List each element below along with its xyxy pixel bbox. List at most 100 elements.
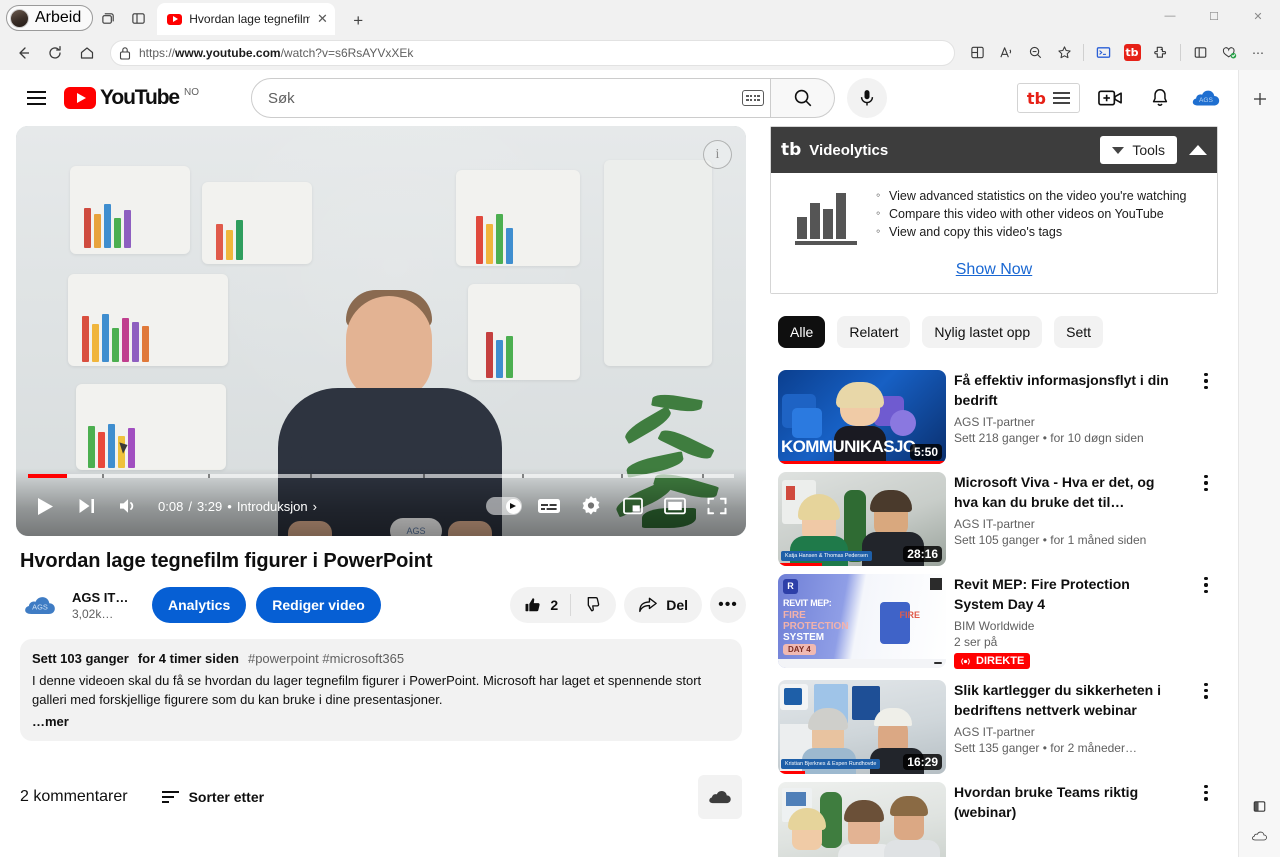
time-slash: / (188, 498, 192, 514)
video-info-icon[interactable]: i (703, 140, 732, 169)
more-actions-button[interactable]: ••• (710, 587, 746, 623)
extensions-icon[interactable] (1147, 39, 1175, 67)
video-thumbnail[interactable]: KOMMUNIKASJO 5:50 (778, 370, 946, 464)
close-icon[interactable]: ✕ (317, 11, 329, 27)
tubebuddy-extension-icon[interactable]: tb (1118, 39, 1146, 67)
list-item[interactable]: Katja Hansen & Thomas Pedersen 28:16 Mic… (778, 472, 1218, 566)
description-hashtags[interactable]: #powerpoint #microsoft365 (248, 651, 404, 666)
video-title: Revit MEP: Fire Protection System Day 4 (954, 576, 1130, 612)
list-item[interactable]: R REVIT MEP: FIRE PROTECTION SYSTEM DAY … (778, 574, 1218, 672)
settings-gear-button[interactable] (570, 485, 612, 527)
video-thumbnail[interactable]: Katja Hansen & Thomas Pedersen 28:16 (778, 472, 946, 566)
address-bar[interactable]: https://www.youtube.com/watch?v=s6RsAYVx… (110, 39, 955, 66)
video-thumbnail[interactable] (778, 781, 946, 857)
back-icon[interactable] (8, 39, 38, 67)
split-screen-icon[interactable] (963, 39, 991, 67)
list-item[interactable]: Kristian Bjerknes & Espen Rundhovde 16:2… (778, 679, 1218, 774)
comments-count: 2 kommentarer (20, 788, 128, 805)
voice-search-button[interactable] (847, 78, 888, 118)
video-player[interactable]: AGS i (16, 126, 746, 536)
minimize-button[interactable]: — (1148, 0, 1192, 32)
video-thumbnail[interactable]: R REVIT MEP: FIRE PROTECTION SYSTEM DAY … (778, 574, 946, 668)
new-tab-button[interactable]: + (345, 11, 371, 31)
channel-avatar[interactable]: AGS (20, 585, 60, 625)
masthead-actions: tb AGS (1016, 78, 1222, 118)
more-options-icon[interactable] (1194, 680, 1218, 774)
theater-mode-button[interactable] (654, 485, 696, 527)
list-item: View advanced statistics on the video yo… (875, 186, 1186, 205)
reload-icon[interactable] (40, 39, 70, 67)
filter-chip-alle[interactable]: Alle (778, 316, 826, 348)
add-sidebar-app-icon[interactable] (1245, 84, 1275, 114)
favorite-star-icon[interactable] (1050, 39, 1078, 67)
video-description[interactable]: Sett 103 ganger for 4 timer siden #power… (20, 639, 742, 741)
volume-button[interactable] (108, 485, 150, 527)
more-options-icon[interactable] (1194, 574, 1218, 672)
split-pane-icon[interactable] (1245, 791, 1275, 821)
show-now-link[interactable]: Show Now (956, 261, 1032, 278)
more-options-icon[interactable] (1194, 370, 1218, 464)
read-aloud-icon[interactable] (992, 39, 1020, 67)
youtube-logo[interactable]: YouTube NO (64, 87, 199, 109)
filter-chip-relatert[interactable]: Relatert (837, 316, 911, 348)
account-avatar[interactable]: AGS (1190, 82, 1222, 114)
channel-name: BIM Worldwide (954, 619, 1035, 633)
search-button[interactable] (771, 78, 836, 118)
create-video-button[interactable] (1090, 78, 1130, 118)
video-thumbnail[interactable]: Kristian Bjerknes & Espen Rundhovde 16:2… (778, 679, 946, 774)
tubebuddy-logo: tb (781, 140, 802, 160)
home-icon[interactable] (72, 39, 102, 67)
browser-essentials-icon[interactable] (1215, 39, 1243, 67)
tab-actions-icon[interactable] (123, 4, 153, 32)
next-video-button[interactable] (66, 485, 108, 527)
analytics-button[interactable]: Analytics (152, 587, 247, 623)
more-options-icon[interactable] (1194, 472, 1218, 566)
share-button[interactable]: Del (624, 587, 702, 623)
workspaces-icon[interactable] (93, 4, 123, 32)
video-title: Hvordan lage tegnefilm figurer i PowerPo… (20, 550, 433, 572)
sidebar-toggle-icon[interactable] (1186, 39, 1214, 67)
comment-author-avatar (698, 775, 742, 819)
sort-comments-button[interactable]: Sorter etter (161, 789, 265, 805)
channel-info[interactable]: AGS IT… 3,02k… (72, 590, 142, 621)
progress-bar[interactable] (28, 474, 734, 478)
devtools-console-icon[interactable] (1089, 39, 1117, 67)
collapse-panel-icon[interactable] (1189, 145, 1207, 155)
menu-icon[interactable] (16, 78, 56, 118)
sort-label: Sorter etter (188, 789, 265, 805)
video-title: Hvordan bruke Teams riktig (webinar) (954, 783, 1139, 820)
autoplay-toggle[interactable] (486, 497, 522, 515)
books-decor (84, 202, 131, 248)
cloud-app-icon[interactable] (1245, 821, 1275, 851)
videolytics-title-group: tb Videolytics (781, 140, 888, 160)
filter-chip-nylig-lastet-opp[interactable]: Nylig lastet opp (922, 316, 1043, 348)
close-window-button[interactable]: ✕ (1236, 0, 1280, 32)
keyboard-icon[interactable] (742, 90, 765, 106)
more-options-icon[interactable] (1194, 782, 1218, 857)
description-expand-button[interactable]: …mer (32, 714, 730, 729)
bar-chart-icon (795, 187, 857, 245)
like-button[interactable]: 2 (524, 596, 558, 615)
search-input[interactable]: Søk (251, 78, 772, 118)
edit-video-button[interactable]: Rediger video (256, 587, 381, 623)
browser-settings-icon[interactable]: ⋯ (1244, 39, 1272, 67)
list-item[interactable]: KOMMUNIKASJO 5:50 Få effektiv informasjo… (778, 370, 1218, 464)
chapter-title[interactable]: Introduksjon (237, 499, 308, 514)
video-info: Få effektiv informasjonsflyt i din bedri… (954, 370, 1186, 464)
zoom-icon[interactable] (1021, 39, 1049, 67)
browser-profile-button[interactable]: Arbeid (6, 5, 94, 31)
browser-tab[interactable]: Hvordan lage tegnefilm figurer i ✕ (157, 3, 336, 35)
chapter-arrow-icon[interactable]: › (313, 499, 317, 514)
subtitles-button[interactable] (528, 485, 570, 527)
filter-chip-sett[interactable]: Sett (1054, 316, 1104, 348)
dislike-button[interactable] (583, 594, 602, 616)
miniplayer-button[interactable] (612, 485, 654, 527)
videolytics-footer: Show Now (771, 261, 1217, 293)
list-item[interactable]: Hvordan bruke Teams riktig (webinar) (778, 781, 1218, 857)
videolytics-tools-button[interactable]: Tools (1100, 136, 1177, 164)
play-button[interactable] (24, 485, 66, 527)
maximize-button[interactable]: ☐ (1192, 0, 1236, 32)
notifications-button[interactable] (1140, 78, 1180, 118)
fullscreen-button[interactable] (696, 485, 738, 527)
tubebuddy-menu-button[interactable]: tb (1016, 83, 1080, 113)
